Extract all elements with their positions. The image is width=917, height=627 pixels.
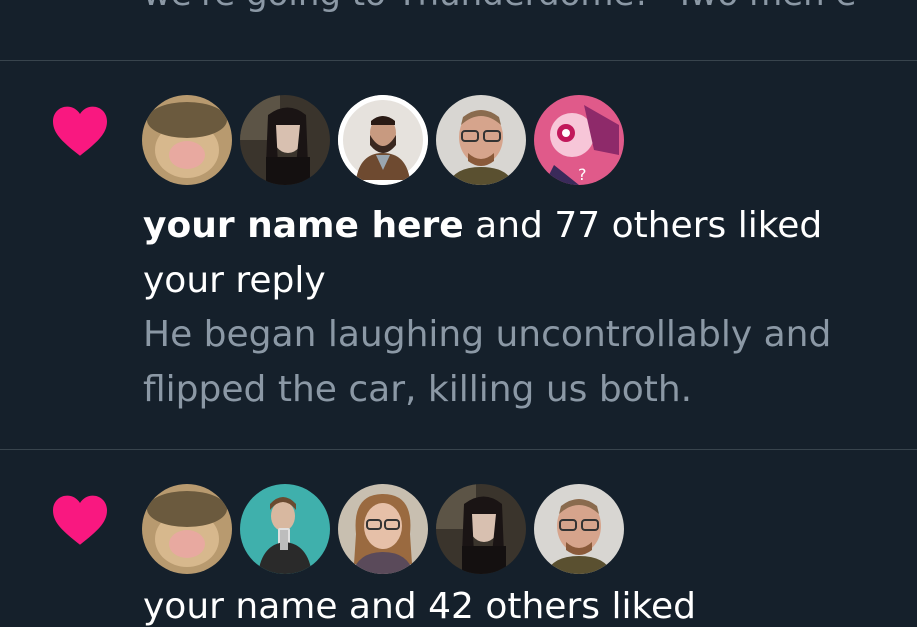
avatar[interactable] [436, 484, 526, 574]
avatar[interactable] [338, 95, 428, 185]
avatar[interactable] [436, 95, 526, 185]
avatar[interactable]: ? [534, 95, 624, 185]
notification-text: your name here and 77 others liked your … [143, 198, 913, 308]
previous-tweet-text: we're going to Thunderdome!" Two men e [143, 0, 917, 14]
notification-text: your name and 42 others liked [143, 586, 697, 627]
heart-icon [50, 492, 110, 546]
avatar[interactable] [534, 484, 624, 574]
avatar[interactable] [240, 484, 330, 574]
avatar[interactable] [240, 95, 330, 185]
liker-avatars [142, 484, 632, 574]
liker-avatars: ? [142, 95, 632, 185]
liker-name[interactable]: your name here [143, 205, 464, 246]
avatar[interactable] [142, 95, 232, 185]
divider [0, 449, 917, 450]
divider [0, 60, 917, 61]
reply-text: He began laughing uncontrollably and fli… [143, 314, 832, 410]
svg-text:?: ? [578, 165, 587, 184]
avatar[interactable] [338, 484, 428, 574]
heart-icon [50, 103, 110, 157]
avatar[interactable] [142, 484, 232, 574]
